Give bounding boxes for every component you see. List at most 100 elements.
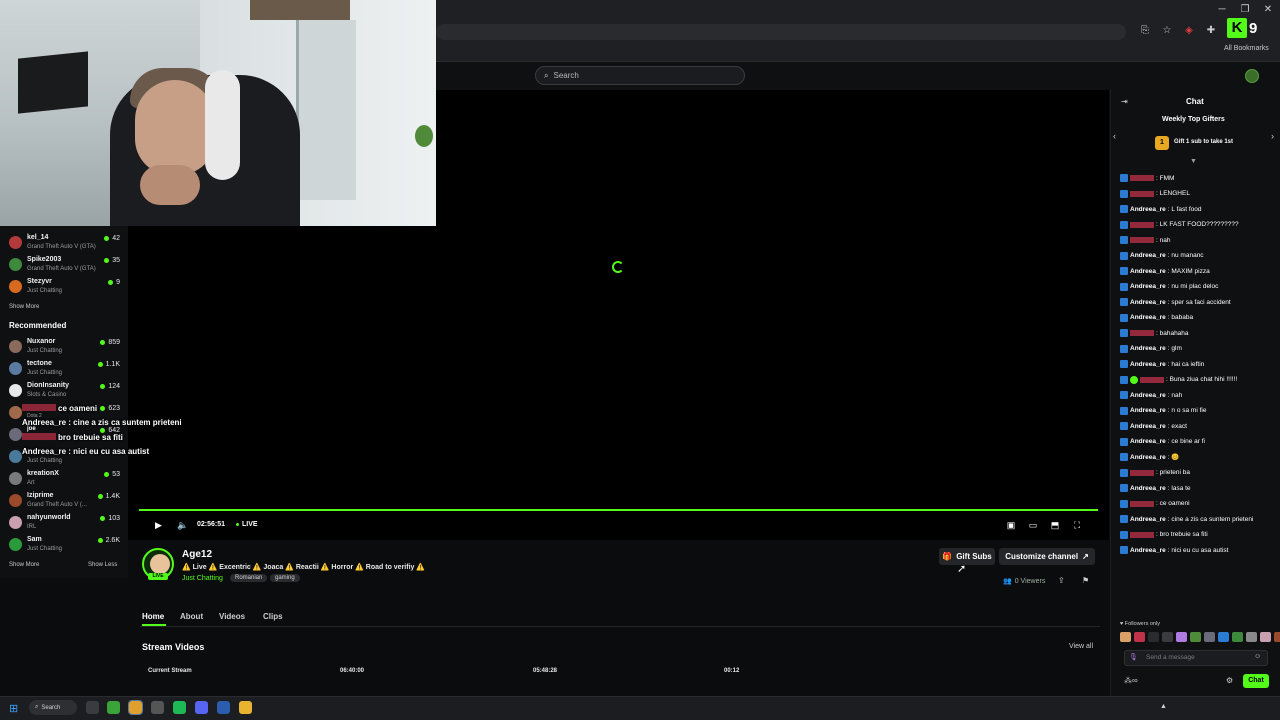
chat-message[interactable]: Andreea_re: cine a zis ca suntem prieten… [1120, 515, 1253, 523]
extension-icon[interactable]: ◈ [1182, 24, 1196, 38]
emote-icon[interactable] [1120, 632, 1131, 642]
volume-icon[interactable]: 🔈 [177, 520, 188, 531]
translate-icon[interactable]: ⎘ [1138, 24, 1152, 38]
close-icon[interactable]: ✕ [1261, 4, 1275, 15]
video-duration[interactable]: 05:48:28 [533, 668, 557, 674]
chat-username[interactable]: Andreea_re [1130, 268, 1166, 275]
emote-icon[interactable] [1204, 632, 1215, 642]
theater-mode-icon[interactable]: ▭ [1027, 520, 1039, 531]
emote-icon[interactable] [1274, 632, 1280, 642]
chat-message[interactable]: Andreea_re: sper sa faci accident [1120, 298, 1231, 306]
emote-icon[interactable] [1246, 632, 1257, 642]
app-icon[interactable] [151, 701, 164, 714]
emote-icon[interactable] [1218, 632, 1229, 642]
all-bookmarks-link[interactable]: All Bookmarks [1224, 45, 1269, 52]
chat-username-redacted[interactable] [1130, 500, 1154, 507]
pinned-icon[interactable]: ▼ [1190, 158, 1197, 165]
emote-icon[interactable] [1190, 632, 1201, 642]
emote-icon[interactable] [1232, 632, 1243, 642]
chat-message[interactable]: : LK FAST FOOD????????? [1120, 220, 1239, 229]
chat-username[interactable]: Andreea_re [1130, 252, 1166, 259]
chat-username[interactable]: Andreea_re [1130, 299, 1166, 306]
file-explorer-icon[interactable] [86, 701, 99, 714]
chat-username-redacted[interactable] [1140, 376, 1164, 383]
chat-username[interactable]: Andreea_re [1130, 392, 1166, 399]
chat-username-redacted[interactable] [1130, 237, 1154, 243]
chat-username-redacted[interactable] [1130, 330, 1154, 336]
chat-username[interactable]: Andreea_re [1130, 438, 1166, 445]
chat-username[interactable]: Andreea_re [1130, 454, 1166, 461]
chat-username-redacted[interactable] [1130, 531, 1154, 538]
show-less-recommended[interactable]: Show Less [88, 562, 117, 568]
sidebar-channel[interactable]: Spike2003 Grand Theft Auto V (GTA) 35 [8, 255, 122, 277]
gift-cta-text[interactable]: Gift 1 sub to take 1st [1174, 139, 1233, 145]
chat-message[interactable]: Andreea_re: nu mi plac deloc [1120, 282, 1218, 291]
chat-username[interactable]: Andreea_re [1130, 314, 1166, 321]
chat-username-redacted[interactable] [1130, 190, 1154, 197]
infinity-icon[interactable]: ⁂∞ [1124, 676, 1138, 685]
chat-message[interactable]: Andreea_re: nah [1120, 391, 1182, 399]
gear-icon[interactable]: ⚙ [1226, 676, 1233, 685]
chevron-right-icon[interactable]: › [1271, 131, 1274, 141]
chat-username[interactable]: Andreea_re [1130, 361, 1166, 368]
emote-icon[interactable] [1162, 632, 1173, 642]
chat-message[interactable]: Andreea_re: n o sa mi fie [1120, 406, 1206, 415]
sidebar-channel[interactable]: Nuxanor Just Chatting 859 [8, 337, 122, 359]
video-label[interactable]: Current Stream [148, 668, 192, 674]
fullscreen-icon[interactable]: ⛶ [1071, 520, 1083, 531]
tab-videos[interactable]: Videos [219, 612, 245, 621]
sidebar-channel[interactable]: kel_14 Grand Theft Auto V (GTA) 42 [8, 233, 122, 255]
taskbar-search[interactable]: ⌕ Search [29, 700, 77, 715]
chat-username-redacted[interactable] [1130, 221, 1154, 228]
chat-username[interactable]: Andreea_re [1130, 407, 1166, 414]
chat-message[interactable]: Andreea_re: ce bine ar fi [1120, 437, 1205, 446]
emoji-icon[interactable]: ☺ [1254, 653, 1261, 660]
chat-username[interactable]: Andreea_re [1130, 423, 1166, 430]
user-avatar[interactable] [1245, 69, 1259, 83]
tag-chip[interactable]: Romanian [230, 574, 268, 582]
emote-icon[interactable] [1260, 632, 1271, 642]
word-icon[interactable] [217, 701, 230, 714]
chat-message[interactable]: Andreea_re: exact [1120, 422, 1187, 430]
chat-message[interactable]: Andreea_re: lasa te [1120, 484, 1191, 492]
chat-username[interactable]: Andreea_re [1130, 345, 1166, 352]
bookmark-star-icon[interactable]: ☆ [1160, 24, 1174, 38]
show-more-following[interactable]: Show More [9, 304, 39, 310]
chat-message[interactable]: : Buna ziua chat hihi !!!!!! [1120, 375, 1237, 384]
chat-message[interactable]: Andreea_re: bababa [1120, 313, 1193, 322]
chat-message[interactable]: : FMM [1120, 174, 1174, 182]
windows-start-icon[interactable]: ⊞ [9, 702, 18, 715]
emote-icon[interactable] [1134, 632, 1145, 642]
emote-icon[interactable] [1176, 632, 1187, 642]
app-icon[interactable] [107, 701, 120, 714]
chat-message[interactable]: : prieteni ba [1120, 468, 1190, 477]
chat-message[interactable]: : nah [1120, 236, 1170, 244]
tag-chip[interactable]: gaming [270, 574, 300, 582]
microphone-icon[interactable]: 🎙 [1129, 653, 1138, 661]
channel-name[interactable]: Age12 [182, 549, 212, 560]
tab-about[interactable]: About [180, 612, 203, 621]
sidebar-channel[interactable]: DionInsanity Slots & Casino 124 [8, 381, 122, 403]
live-progress-bar[interactable] [139, 509, 1098, 511]
chat-message[interactable]: Andreea_re: 😊 [1120, 453, 1180, 461]
sidebar-channel[interactable]: kreationX Art 53 [8, 469, 122, 491]
chat-username[interactable]: Andreea_re [1130, 516, 1166, 523]
restore-icon[interactable]: ❐ [1238, 4, 1252, 15]
search-input[interactable]: ⌕ Search [535, 66, 745, 85]
collapse-chat-icon[interactable]: ⇥ [1121, 97, 1128, 106]
chat-message[interactable]: Andreea_re: nici eu cu asa autist [1120, 546, 1228, 554]
chat-message[interactable]: : ce oameni [1120, 499, 1190, 508]
chat-username[interactable]: Andreea_re [1130, 547, 1166, 554]
kick-extension-badge[interactable]: K 9 [1227, 17, 1267, 39]
chat-message[interactable]: Andreea_re: hai ca ieftin [1120, 360, 1204, 368]
stream-category[interactable]: Just Chatting [182, 575, 223, 582]
tab-clips[interactable]: Clips [263, 612, 283, 621]
chrome-icon[interactable] [128, 700, 143, 715]
chat-message[interactable]: : bro trebuie sa fiti [1120, 530, 1208, 539]
moderator-icon[interactable]: ⚑ [1082, 576, 1089, 585]
chat-username[interactable]: Andreea_re [1130, 485, 1166, 492]
send-chat-button[interactable]: Chat [1243, 674, 1269, 688]
sidebar-channel[interactable]: Sam Just Chatting 2.6K [8, 535, 122, 557]
sidebar-channel[interactable]: Iziprime Grand Theft Auto V (... 1.4K [8, 491, 122, 513]
chat-message[interactable]: : LENGHEL [1120, 189, 1190, 198]
